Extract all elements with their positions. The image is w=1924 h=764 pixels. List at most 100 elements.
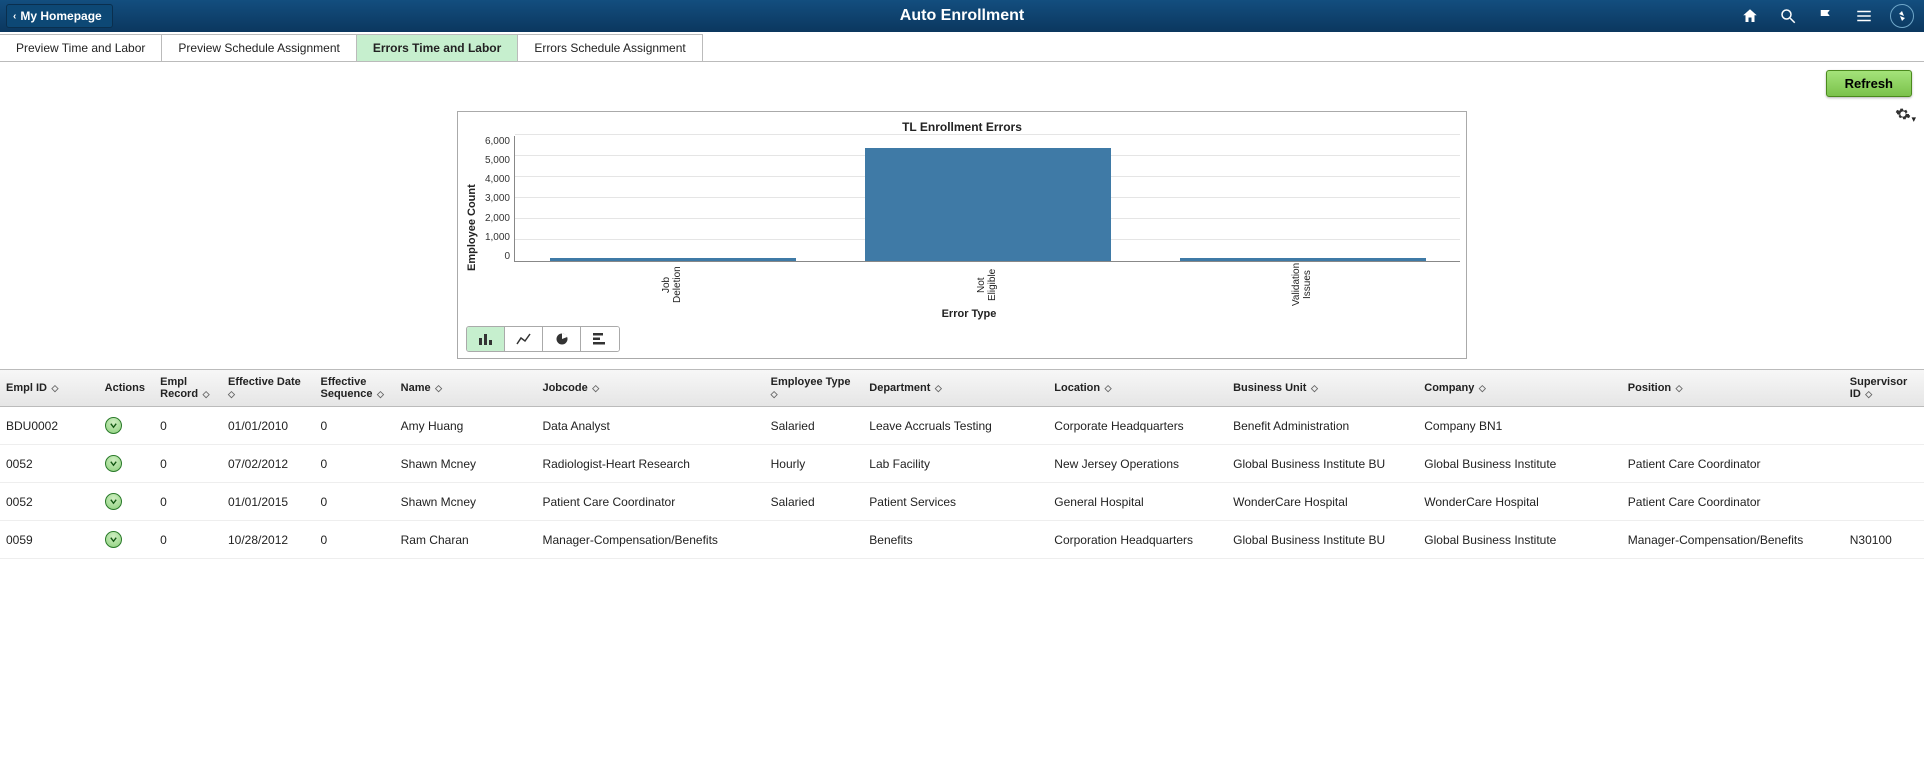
nav-icon[interactable] xyxy=(1888,2,1916,30)
chart-title: TL Enrollment Errors xyxy=(466,120,1458,134)
col-header[interactable]: Position ◇ xyxy=(1622,370,1844,407)
sort-icon: ◇ xyxy=(228,389,235,399)
row-actions-button[interactable] xyxy=(105,493,122,510)
cell: 10/28/2012 xyxy=(222,521,315,559)
sort-icon: ◇ xyxy=(1863,389,1872,399)
cell: Benefit Administration xyxy=(1227,407,1418,445)
row-actions-button[interactable] xyxy=(105,455,122,472)
back-label: My Homepage xyxy=(20,9,101,23)
table-body: BDU0002001/01/20100Amy HuangData Analyst… xyxy=(0,407,1924,559)
cell: 0052 xyxy=(0,483,99,521)
cell: Shawn Mcney xyxy=(395,445,537,483)
cell: Global Business Institute BU xyxy=(1227,521,1418,559)
col-header[interactable]: Effective Date ◇ xyxy=(222,370,315,407)
tab-errors-time-labor[interactable]: Errors Time and Labor xyxy=(356,34,518,61)
cell: General Hospital xyxy=(1048,483,1227,521)
home-icon[interactable] xyxy=(1736,2,1764,30)
col-header[interactable]: Name ◇ xyxy=(395,370,537,407)
cell: 0059 xyxy=(0,521,99,559)
cell: Salaried xyxy=(765,483,864,521)
sort-icon: ◇ xyxy=(374,389,383,399)
col-header[interactable]: Empl Record ◇ xyxy=(154,370,222,407)
sort-icon: ◇ xyxy=(1673,383,1682,393)
row-actions-button[interactable] xyxy=(105,531,122,548)
chart-bar[interactable] xyxy=(1180,258,1426,261)
col-header[interactable]: Department ◇ xyxy=(863,370,1048,407)
data-table-wrap: Empl ID ◇ActionsEmpl Record ◇Effective D… xyxy=(0,369,1924,559)
tab-errors-schedule[interactable]: Errors Schedule Assignment xyxy=(517,34,702,61)
chart-type-bar[interactable] xyxy=(467,327,505,351)
chart-yaxis: 6,0005,0004,0003,0002,0001,0000 xyxy=(478,136,514,262)
chart-type-pie[interactable] xyxy=(543,327,581,351)
col-header: Actions xyxy=(99,370,155,407)
cell: 01/01/2010 xyxy=(222,407,315,445)
menu-icon[interactable] xyxy=(1850,2,1878,30)
gear-icon xyxy=(1895,106,1911,122)
data-table: Empl ID ◇ActionsEmpl Record ◇Effective D… xyxy=(0,369,1924,559)
ytick: 1,000 xyxy=(485,232,510,243)
tab-preview-schedule[interactable]: Preview Schedule Assignment xyxy=(161,34,356,61)
row-actions-button[interactable] xyxy=(105,417,122,434)
back-button[interactable]: ‹ My Homepage xyxy=(6,4,113,28)
cell: Manager-Compensation/Benefits xyxy=(536,521,764,559)
cell: Corporation Headquarters xyxy=(1048,521,1227,559)
cell: 0 xyxy=(314,521,394,559)
sort-icon: ◇ xyxy=(49,383,58,393)
cell: 0 xyxy=(314,445,394,483)
sort-icon: ◇ xyxy=(932,383,941,393)
cell: 07/02/2012 xyxy=(222,445,315,483)
settings-menu[interactable]: ▾ xyxy=(1895,106,1916,125)
chart-type-hbar[interactable] xyxy=(581,327,619,351)
chart-plot xyxy=(514,136,1460,262)
flag-icon[interactable] xyxy=(1812,2,1840,30)
chart-bar[interactable] xyxy=(550,258,796,261)
tab-preview-time-labor[interactable]: Preview Time and Labor xyxy=(0,34,162,61)
cell: WonderCare Hospital xyxy=(1227,483,1418,521)
xtick-label: Validation Issues xyxy=(1291,264,1313,306)
chevron-left-icon: ‹ xyxy=(13,11,16,22)
refresh-button[interactable]: Refresh xyxy=(1826,70,1912,97)
sort-icon: ◇ xyxy=(1476,383,1485,393)
chart-bar[interactable] xyxy=(865,148,1111,261)
sort-icon: ◇ xyxy=(590,383,599,393)
col-header[interactable]: Business Unit ◇ xyxy=(1227,370,1418,407)
cell: WonderCare Hospital xyxy=(1418,483,1622,521)
page-title: Auto Enrollment xyxy=(900,7,1024,25)
col-header[interactable]: Empl ID ◇ xyxy=(0,370,99,407)
cell: 0052 xyxy=(0,445,99,483)
app-header: ‹ My Homepage Auto Enrollment xyxy=(0,0,1924,32)
cell: Patient Care Coordinator xyxy=(1622,483,1844,521)
cell: Benefits xyxy=(863,521,1048,559)
cell xyxy=(1622,407,1844,445)
xtick-label: Not Eligible xyxy=(976,264,998,306)
cell xyxy=(1844,483,1924,521)
cell: Global Business Institute xyxy=(1418,521,1622,559)
cell: Corporate Headquarters xyxy=(1048,407,1227,445)
cell: Patient Care Coordinator xyxy=(536,483,764,521)
chart-xlabel: Error Type xyxy=(478,308,1460,320)
table-row: 0052007/02/20120Shawn McneyRadiologist-H… xyxy=(0,445,1924,483)
col-header[interactable]: Location ◇ xyxy=(1048,370,1227,407)
col-header[interactable]: Effective Sequence ◇ xyxy=(314,370,394,407)
ytick: 5,000 xyxy=(485,155,510,166)
chart-xaxis: Job DeletionNot EligibleValidation Issue… xyxy=(514,264,1460,306)
chart-type-line[interactable] xyxy=(505,327,543,351)
search-icon[interactable] xyxy=(1774,2,1802,30)
cell: 0 xyxy=(314,407,394,445)
cell: 0 xyxy=(154,445,222,483)
cell: Salaried xyxy=(765,407,864,445)
chart-ylabel: Employee Count xyxy=(466,136,478,320)
col-header[interactable]: Jobcode ◇ xyxy=(536,370,764,407)
col-header[interactable]: Company ◇ xyxy=(1418,370,1622,407)
cell: Leave Accruals Testing xyxy=(863,407,1048,445)
ytick: 0 xyxy=(504,251,510,262)
cell: Global Business Institute BU xyxy=(1227,445,1418,483)
ytick: 3,000 xyxy=(485,193,510,204)
cell xyxy=(765,521,864,559)
sort-icon: ◇ xyxy=(200,389,209,399)
col-header[interactable]: Supervisor ID ◇ xyxy=(1844,370,1924,407)
cell: Ram Charan xyxy=(395,521,537,559)
col-header[interactable]: Employee Type ◇ xyxy=(765,370,864,407)
action-bar: Refresh ▾ xyxy=(0,62,1924,97)
cell: 0 xyxy=(314,483,394,521)
